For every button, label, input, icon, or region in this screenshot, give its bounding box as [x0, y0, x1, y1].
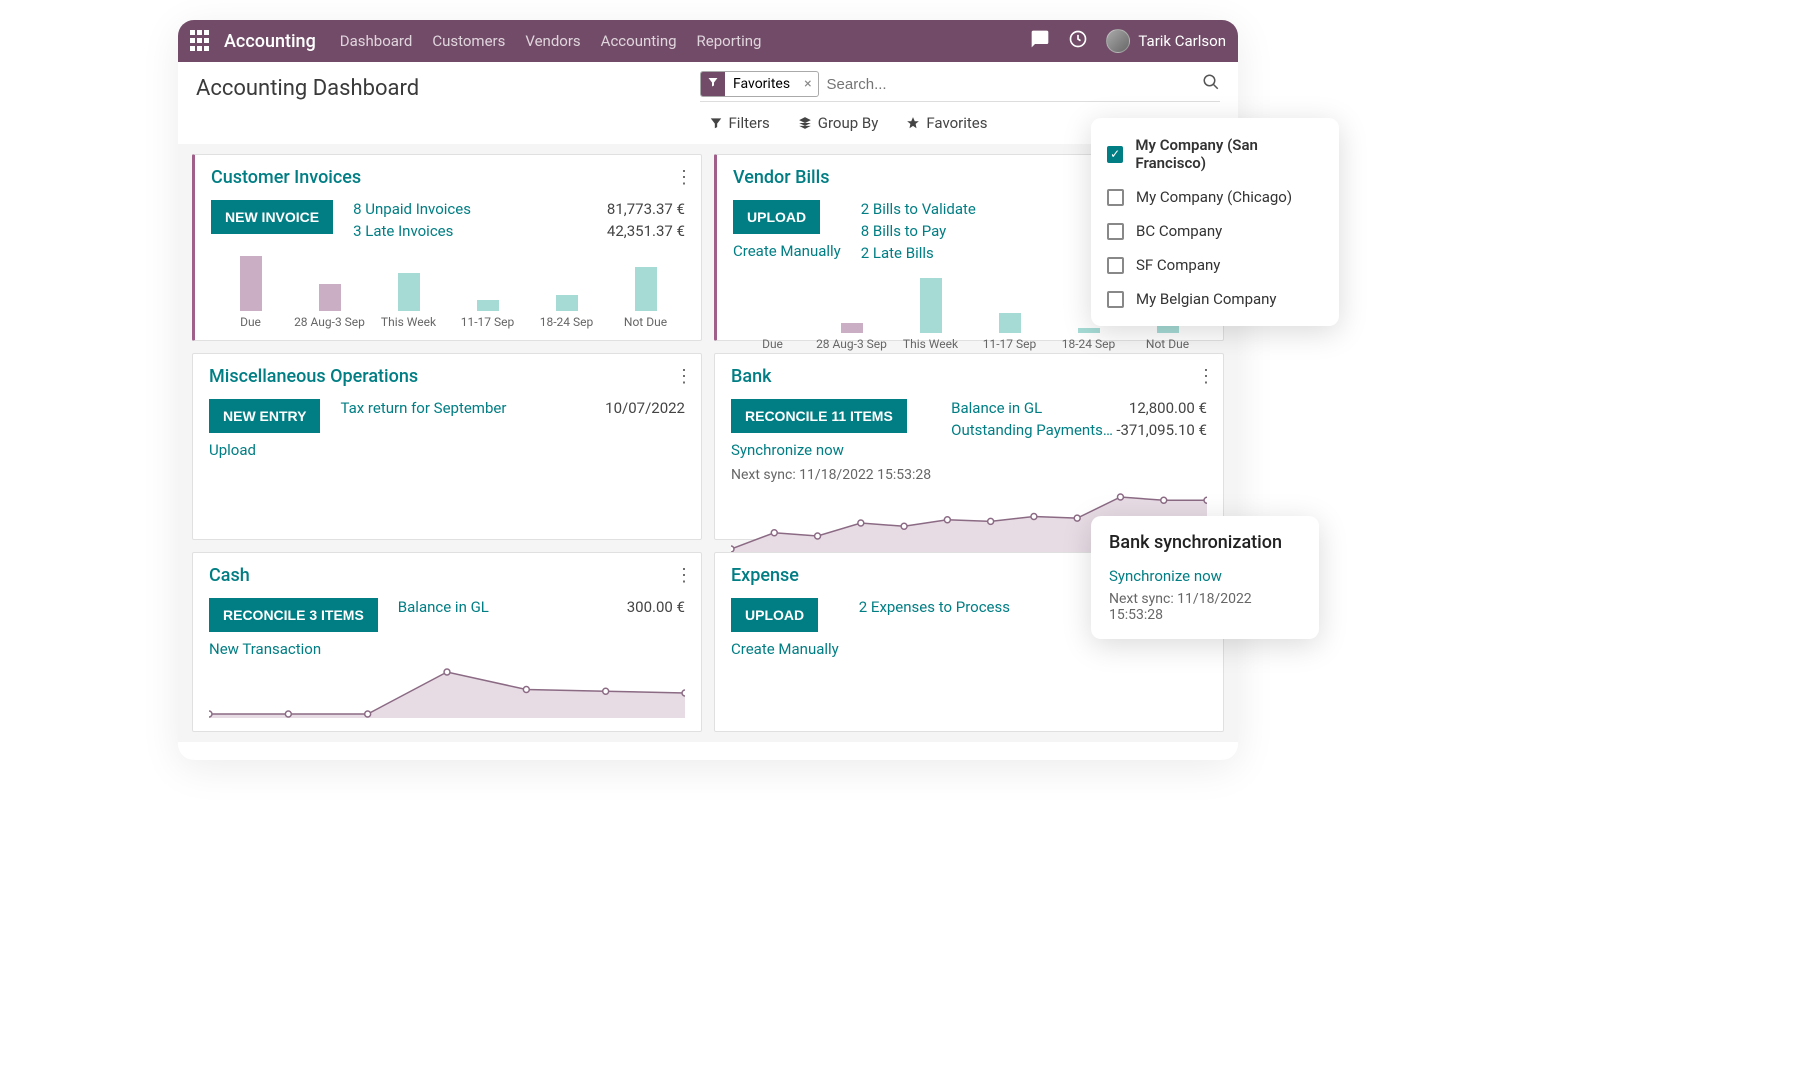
card-customer-invoices: Customer Invoices ⋮ NEW INVOICE 8 Unpaid…	[192, 154, 702, 341]
apps-grid-icon[interactable]	[190, 30, 212, 52]
filter-funnel-icon	[701, 72, 725, 96]
misc-stats: Tax return for September10/07/2022	[340, 399, 685, 459]
stat-bills-validate[interactable]: 2 Bills to Validate	[861, 200, 976, 218]
bank-stats: Balance in GL12,800.00 € Outstanding Pay…	[951, 399, 1207, 483]
dashboard-grid: Customer Invoices ⋮ NEW INVOICE 8 Unpaid…	[178, 144, 1238, 742]
stat-unpaid-invoices[interactable]: 8 Unpaid Invoices	[353, 200, 471, 218]
topbar-nav: Dashboard Customers Vendors Accounting R…	[340, 32, 762, 50]
stat-balance-gl[interactable]: Balance in GL	[951, 399, 1042, 417]
reconcile-bank-button[interactable]: RECONCILE 11 ITEMS	[731, 399, 907, 433]
company-name: My Belgian Company	[1136, 290, 1277, 308]
create-manually-link[interactable]: Create Manually	[733, 242, 841, 260]
company-name: My Company (San Francisco)	[1135, 136, 1323, 172]
checkbox-icon: ✓	[1107, 146, 1123, 163]
filters-button[interactable]: Filters	[709, 114, 770, 132]
groupby-button[interactable]: Group By	[798, 114, 879, 132]
new-transaction-link[interactable]: New Transaction	[209, 640, 321, 658]
checkbox-icon	[1107, 257, 1124, 274]
favorites-button[interactable]: Favorites	[906, 114, 987, 132]
bank-sync-popover: Bank synchronization Synchronize now Nex…	[1091, 516, 1319, 639]
card-bank: Bank ⋮ RECONCILE 11 ITEMS Synchronize no…	[714, 353, 1224, 540]
nav-customers[interactable]: Customers	[432, 32, 505, 50]
topbar: Accounting Dashboard Customers Vendors A…	[178, 20, 1238, 62]
card-title[interactable]: Cash	[209, 565, 685, 586]
company-name: SF Company	[1136, 256, 1220, 274]
card-menu-icon[interactable]: ⋮	[675, 167, 691, 188]
stat-late-invoices[interactable]: 3 Late Invoices	[353, 222, 453, 240]
search-icon[interactable]	[1202, 73, 1220, 95]
filter-chip-favorites: Favorites ×	[700, 71, 819, 97]
search-input[interactable]	[819, 72, 1202, 97]
filter-chip-remove[interactable]: ×	[798, 76, 817, 92]
invoice-stats: 8 Unpaid Invoices81,773.37 € 3 Late Invo…	[353, 200, 685, 244]
upload-expense-button[interactable]: UPLOAD	[731, 598, 818, 632]
avatar	[1106, 29, 1130, 53]
checkbox-icon	[1107, 223, 1124, 240]
company-name: BC Company	[1136, 222, 1222, 240]
upload-bill-button[interactable]: UPLOAD	[733, 200, 820, 234]
chat-icon[interactable]	[1030, 29, 1050, 54]
card-misc-ops: Miscellaneous Operations ⋮ NEW ENTRY Upl…	[192, 353, 702, 540]
stat-outstanding[interactable]: Outstanding Payments…	[951, 421, 1113, 439]
new-invoice-button[interactable]: NEW INVOICE	[211, 200, 333, 234]
card-title[interactable]: Customer Invoices	[211, 167, 685, 188]
app-window: Accounting Dashboard Customers Vendors A…	[178, 20, 1238, 760]
synchronize-now-link[interactable]: Synchronize now	[731, 441, 844, 459]
card-title[interactable]: Bank	[731, 366, 1207, 387]
stat-balance-gl[interactable]: Balance in GL	[398, 598, 489, 616]
sync-popover-title: Bank synchronization	[1109, 532, 1301, 553]
sync-next-text: Next sync: 11/18/2022 15:53:28	[1109, 591, 1301, 623]
company-option[interactable]: BC Company	[1107, 214, 1323, 248]
invoice-aging-chart: Due28 Aug-3 SepThis Week11-17 Sep18-24 S…	[211, 254, 685, 329]
cash-balance-chart	[209, 668, 685, 718]
nav-reporting[interactable]: Reporting	[697, 32, 762, 50]
upload-link[interactable]: Upload	[209, 441, 256, 459]
clock-icon[interactable]	[1068, 29, 1088, 54]
checkbox-icon	[1107, 189, 1124, 206]
checkbox-icon	[1107, 291, 1124, 308]
nav-vendors[interactable]: Vendors	[525, 32, 580, 50]
nav-accounting[interactable]: Accounting	[601, 32, 677, 50]
user-menu[interactable]: Tarik Carlson	[1106, 29, 1226, 53]
card-title[interactable]: Miscellaneous Operations	[209, 366, 685, 387]
next-sync-text: Next sync: 11/18/2022 15:53:28	[731, 467, 931, 483]
stat-tax-return[interactable]: Tax return for September	[340, 399, 506, 417]
filter-chip-label: Favorites	[725, 72, 798, 96]
company-name: My Company (Chicago)	[1136, 188, 1292, 206]
user-name: Tarik Carlson	[1138, 32, 1226, 50]
nav-dashboard[interactable]: Dashboard	[340, 32, 413, 50]
stat-bills-pay[interactable]: 8 Bills to Pay	[861, 222, 946, 240]
create-manually-link[interactable]: Create Manually	[731, 640, 839, 658]
company-option[interactable]: My Belgian Company	[1107, 282, 1323, 316]
company-picker-popover: ✓ My Company (San Francisco) My Company (C…	[1091, 118, 1339, 326]
sync-now-link[interactable]: Synchronize now	[1109, 567, 1301, 585]
cash-stats: Balance in GL300.00 €	[398, 598, 685, 658]
card-menu-icon[interactable]: ⋮	[1197, 366, 1213, 387]
company-option[interactable]: ✓ My Company (San Francisco)	[1107, 128, 1323, 180]
topbar-right: Tarik Carlson	[1030, 29, 1226, 54]
company-option[interactable]: My Company (Chicago)	[1107, 180, 1323, 214]
stat-late-bills[interactable]: 2 Late Bills	[861, 244, 934, 262]
reconcile-cash-button[interactable]: RECONCILE 3 ITEMS	[209, 598, 378, 632]
stat-expenses-process[interactable]: 2 Expenses to Process	[859, 598, 1010, 616]
new-entry-button[interactable]: NEW ENTRY	[209, 399, 320, 433]
header: Accounting Dashboard Favorites × Fil	[178, 62, 1238, 144]
card-menu-icon[interactable]: ⋮	[675, 565, 691, 586]
card-cash: Cash ⋮ RECONCILE 3 ITEMS New Transaction…	[192, 552, 702, 732]
app-title: Accounting	[224, 31, 316, 52]
card-menu-icon[interactable]: ⋮	[675, 366, 691, 387]
search-box: Favorites ×	[700, 71, 1220, 102]
company-option[interactable]: SF Company	[1107, 248, 1323, 282]
